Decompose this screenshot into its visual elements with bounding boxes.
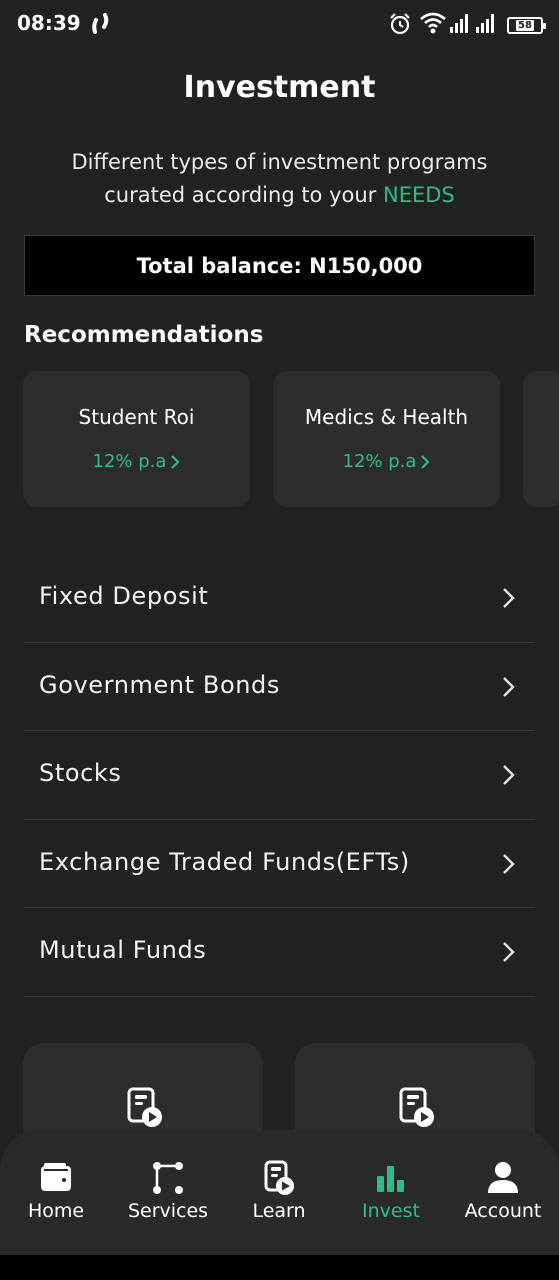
system-navigation-bar bbox=[0, 1255, 559, 1280]
nav-item-invest[interactable]: Invest bbox=[335, 1130, 447, 1255]
nav-item-home[interactable]: Home bbox=[0, 1130, 112, 1255]
page-title: Investment bbox=[183, 70, 376, 105]
chevron-right-icon bbox=[421, 454, 431, 469]
recommendation-card-medics-health[interactable]: Medics & Health 12% p.a bbox=[273, 371, 500, 507]
bottom-navigation: Home Services Learn Invest Account bbox=[0, 1130, 559, 1255]
chevron-right-icon bbox=[503, 588, 515, 608]
page-subtitle: Different types of investment programs c… bbox=[30, 146, 529, 212]
recommendation-rate: 12% p.a bbox=[273, 451, 500, 472]
investment-label: Fixed Deposit bbox=[39, 582, 209, 610]
alarm-icon bbox=[390, 13, 410, 35]
nav-label: Home bbox=[27, 1200, 85, 1222]
investment-item-fixed-deposit[interactable]: Fixed Deposit bbox=[24, 554, 535, 643]
investment-item-mutual-funds[interactable]: Mutual Funds bbox=[24, 908, 535, 997]
investment-label: Mutual Funds bbox=[39, 936, 207, 964]
recommendation-name: Student Roi bbox=[78, 405, 195, 429]
investment-item-etfs[interactable]: Exchange Traded Funds(EFTs) bbox=[24, 820, 535, 908]
recommendation-name: Medics & Health bbox=[304, 405, 469, 429]
doc-play-icon bbox=[127, 1087, 162, 1127]
nav-item-services[interactable]: Services bbox=[112, 1130, 224, 1255]
screen: 08:39 58 Investment Different types of i… bbox=[0, 0, 559, 1255]
recommendation-rate: 12% p.a bbox=[23, 451, 250, 472]
doc-play-icon bbox=[399, 1087, 434, 1127]
chevron-right-icon bbox=[503, 942, 515, 962]
user-icon bbox=[488, 1162, 518, 1193]
chevron-right-icon bbox=[503, 676, 515, 697]
status-bar: 08:39 58 bbox=[0, 0, 559, 48]
investment-item-stocks[interactable]: Stocks bbox=[24, 731, 535, 820]
signal-icon-2 bbox=[476, 14, 494, 33]
nav-item-account[interactable]: Account bbox=[447, 1130, 559, 1255]
chevron-right-icon bbox=[503, 853, 515, 874]
doc-play-icon bbox=[264, 1160, 294, 1195]
bar-chart-icon bbox=[377, 1166, 404, 1192]
total-balance-label: Total balance: N150,000 bbox=[136, 253, 423, 278]
chevron-right-icon bbox=[171, 454, 181, 469]
recommendation-rate-text: 12% p.a bbox=[342, 451, 417, 472]
notification-icon bbox=[92, 13, 109, 34]
recommendations-title: Recommendations bbox=[24, 322, 264, 348]
investment-label: Exchange Traded Funds(EFTs) bbox=[39, 847, 410, 876]
status-time: 08:39 bbox=[17, 11, 81, 35]
subtitle-accent: NEEDS bbox=[382, 183, 455, 207]
nav-item-learn[interactable]: Learn bbox=[223, 1130, 335, 1255]
nav-label: Invest bbox=[362, 1200, 420, 1222]
wifi-icon bbox=[420, 12, 446, 34]
wallet-icon bbox=[41, 1163, 71, 1191]
investment-item-government-bonds[interactable]: Government Bonds bbox=[24, 643, 535, 731]
signal-icon bbox=[450, 14, 468, 33]
recommendation-card-partial[interactable] bbox=[523, 371, 559, 507]
nav-label: Account bbox=[464, 1200, 542, 1222]
nav-label: Learn bbox=[252, 1200, 306, 1222]
total-balance: Total balance: N150,000 bbox=[24, 235, 535, 296]
recommendation-rate-text: 12% p.a bbox=[92, 451, 167, 472]
investment-label: Stocks bbox=[39, 759, 122, 787]
nodes-icon bbox=[153, 1162, 183, 1194]
nav-label: Services bbox=[127, 1200, 209, 1222]
battery-icon: 58 bbox=[507, 17, 546, 34]
battery-level: 58 bbox=[516, 20, 534, 31]
recommendation-card-student-roi[interactable]: Student Roi 12% p.a bbox=[23, 371, 250, 507]
chevron-right-icon bbox=[503, 765, 515, 785]
investment-label: Government Bonds bbox=[39, 670, 280, 699]
investment-list: Fixed Deposit Government Bonds Stocks Ex… bbox=[24, 554, 535, 997]
